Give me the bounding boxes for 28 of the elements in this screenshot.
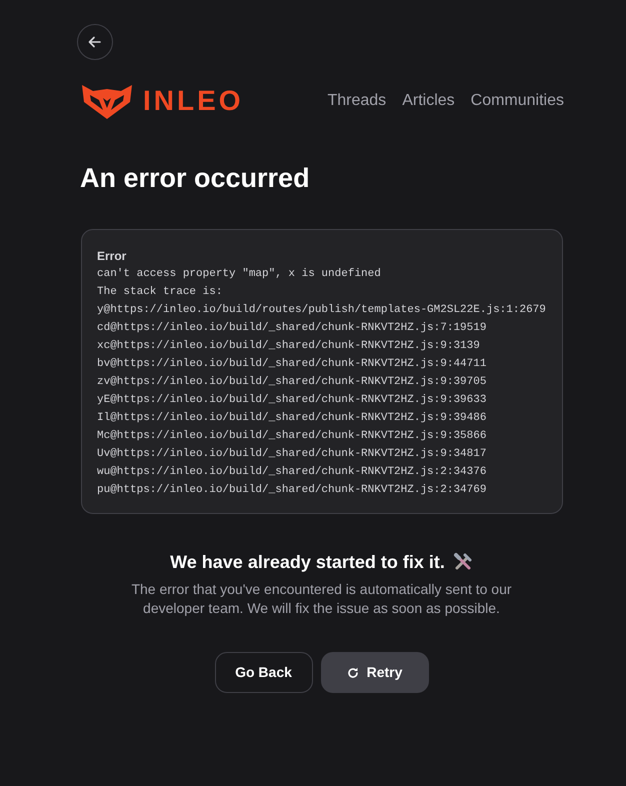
stack-trace-line: can't access property "map", x is undefined <box>97 267 382 282</box>
stack-trace-line: yE@https://inleo.io/build/_shared/chunk-RNKVT2HZ.js:9:39633 <box>97 393 488 408</box>
stack-trace-line: wu@https://inleo.io/build/_shared/chunk-RNKVT2HZ.js:2:34376 <box>97 465 488 480</box>
stack-trace-line: pu@https://inleo.io/build/_shared/chunk-RNKVT2HZ.js:2:34769 <box>97 483 488 498</box>
nav-link[interactable]: Threads <box>327 89 386 113</box>
stack-trace-line: Uv@https://inleo.io/build/_shared/chunk-RNKVT2HZ.js:9:34817 <box>97 447 488 462</box>
retry-button[interactable]: Retry <box>320 652 428 693</box>
stack-trace-line: y@https://inleo.io/build/routes/publish/templates-GM2SL22E.js:1:2679 <box>97 303 547 318</box>
logo-text: INLEO <box>143 87 244 115</box>
message-heading: We have already started to fix it. <box>170 551 445 574</box>
stack-trace-line: Il@https://inleo.io/build/_shared/chunk-RNKVT2HZ.js:9:39486 <box>97 411 488 426</box>
stack-trace-line: cd@https://inleo.io/build/_shared/chunk-RNKVT2HZ.js:7:19519 <box>97 321 488 336</box>
refresh-icon <box>346 666 359 678</box>
page-title: An error occurred <box>80 162 311 195</box>
tools-icon <box>452 552 473 572</box>
error-label: Error <box>97 248 128 265</box>
stack-trace-line: xc@https://inleo.io/build/_shared/chunk-RNKVT2HZ.js:9:3139 <box>97 339 481 354</box>
stack-trace-line: The stack trace is: <box>97 285 224 300</box>
stack-trace-line: bv@https://inleo.io/build/_shared/chunk-RNKVT2HZ.js:9:44711 <box>97 357 488 372</box>
stack-trace-line: Mc@https://inleo.io/build/_shared/chunk-RNKVT2HZ.js:9:35866 <box>97 429 488 444</box>
arrow-left-icon <box>88 35 102 49</box>
back-button[interactable] <box>77 24 113 60</box>
message-text: The error that you've encountered is automatically sent to our developer team. We will fix the issue as soon as possible. <box>130 580 513 618</box>
stack-trace-line: zv@https://inleo.io/build/_shared/chunk-RNKVT2HZ.js:9:39705 <box>97 375 488 390</box>
go-back-button[interactable]: Go Back <box>214 652 312 693</box>
nav-link[interactable]: Articles <box>402 89 455 113</box>
fox-logo-icon <box>81 82 133 120</box>
nav-link[interactable]: Communities <box>470 89 564 113</box>
